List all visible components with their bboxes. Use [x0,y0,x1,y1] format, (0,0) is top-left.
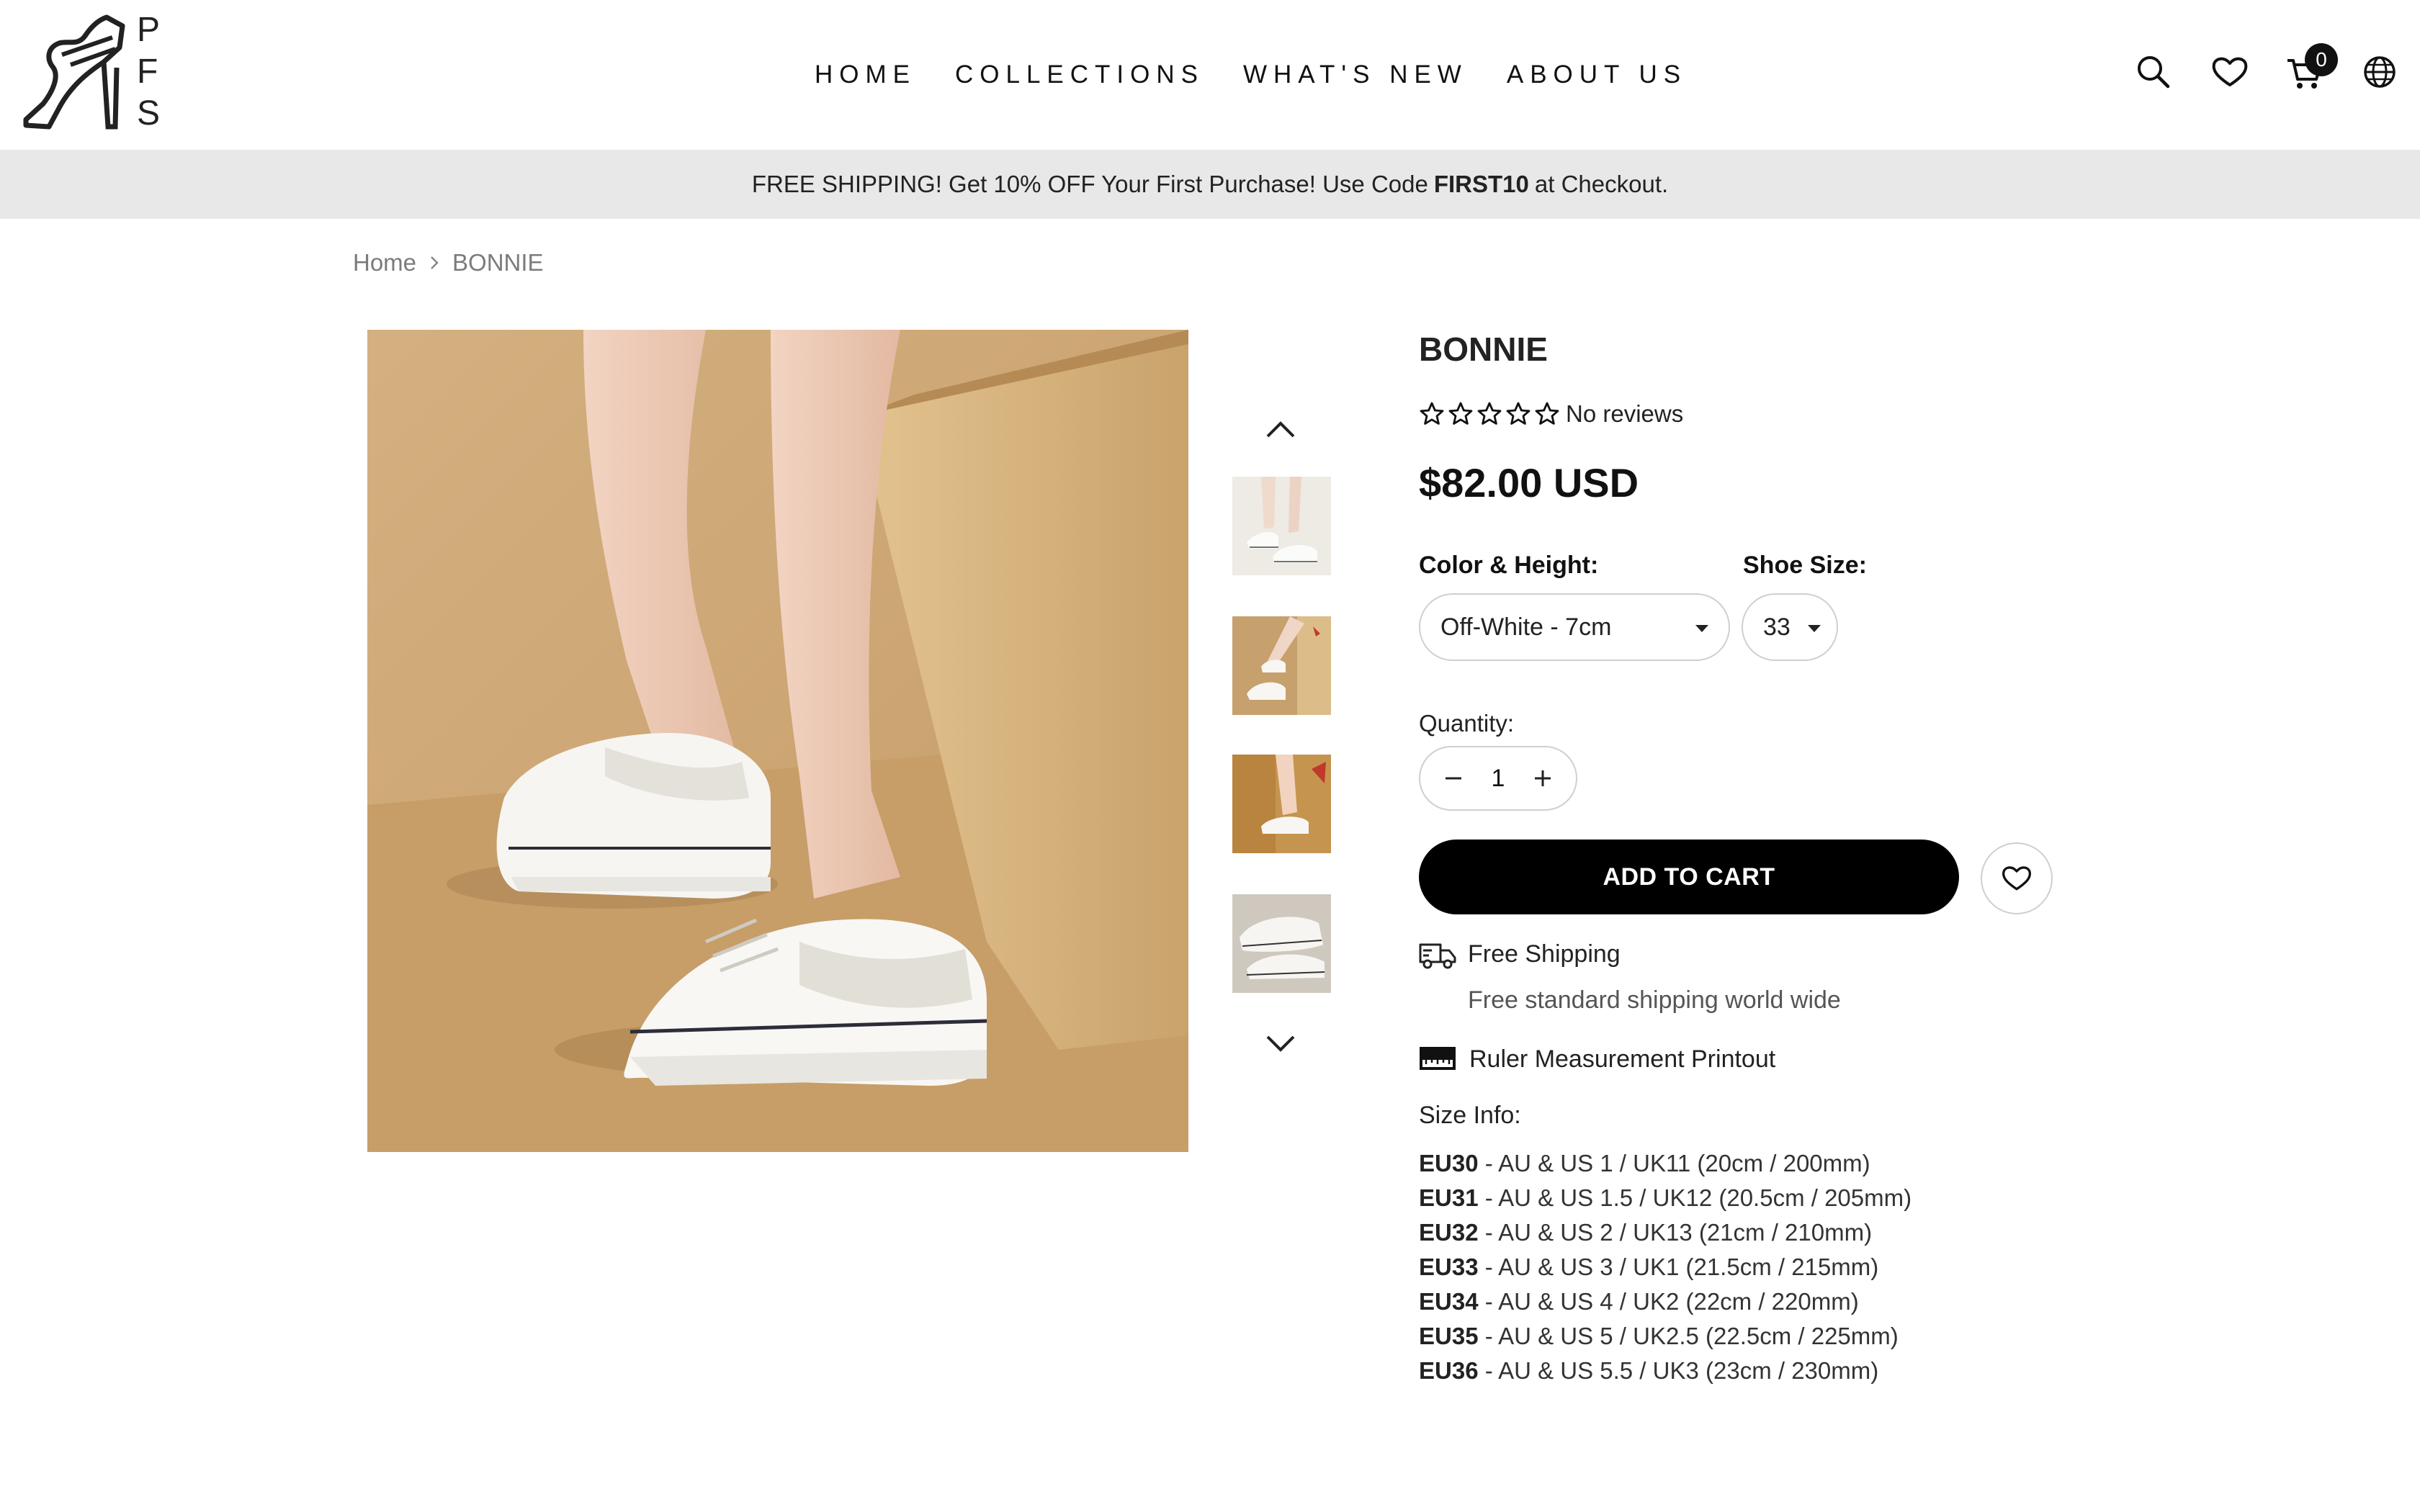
size-conversion: - AU & US 5 / UK2.5 (22.5cm / 225mm) [1478,1323,1899,1349]
free-shipping-subtitle: Free standard shipping world wide [1468,986,1841,1014]
product-rating[interactable]: No reviews [1419,400,1683,428]
caret-down-icon [1695,625,1708,632]
brand-logo[interactable]: P F S [20,12,164,134]
add-to-wishlist-button[interactable] [1981,842,2053,914]
nav-collections[interactable]: COLLECTIONS [955,60,1204,89]
color-height-value: Off-White - 7cm [1440,613,1612,641]
size-conversion: - AU & US 2 / UK13 (21cm / 210mm) [1478,1219,1873,1246]
size-conversion: - AU & US 4 / UK2 (22cm / 220mm) [1478,1288,1859,1315]
heart-icon [2002,866,2032,891]
globe-icon[interactable] [2360,52,2400,92]
breadcrumb-home[interactable]: Home [353,249,416,276]
size-info-list: EU30 - AU & US 1 / UK11 (20cm / 200mm) E… [1419,1146,1912,1388]
announcement-bar: FREE SHIPPING! Get 10% OFF Your First Pu… [0,150,2420,219]
breadcrumb-current: BONNIE [452,249,544,276]
chevron-down-icon [1266,1035,1295,1052]
minus-icon [1446,777,1461,780]
star-empty-icon [1506,402,1531,425]
breadcrumb: Home BONNIE [353,249,544,276]
thumbnail-image [1232,477,1331,575]
quantity-label: Quantity: [1419,710,1515,737]
size-eu: EU34 [1419,1288,1479,1315]
thumbnail-image [1232,616,1331,715]
size-info-heading: Size Info: [1419,1102,1521,1129]
size-info-row: EU33 - AU & US 3 / UK1 (21.5cm / 215mm) [1419,1250,1912,1284]
search-icon[interactable] [2133,52,2174,92]
product-price: $82.00 USD [1419,460,1639,505]
sneaker-photo [367,330,1188,1152]
color-height-label: Color & Height: [1419,552,1599,579]
announcement-text: FREE SHIPPING! Get 10% OFF Your First Pu… [751,171,1428,197]
size-info-row: EU36 - AU & US 5.5 / UK3 (23cm / 230mm) [1419,1354,1912,1388]
logo-letter: S [137,94,161,132]
chevron-up-icon [1266,421,1295,438]
product-thumbnail[interactable] [1232,894,1331,993]
star-empty-icon [1535,402,1559,425]
free-shipping-title: Free Shipping [1468,940,1621,968]
thumbnail-image [1232,894,1331,993]
reviews-count: No reviews [1566,400,1684,427]
nav-about-us[interactable]: ABOUT US [1507,60,1687,89]
color-height-select[interactable]: Off-White - 7cm [1419,593,1730,661]
size-conversion: - AU & US 1.5 / UK12 (20.5cm / 205mm) [1478,1184,1912,1211]
shoe-size-select[interactable]: 33 [1742,593,1838,661]
size-eu: EU33 [1419,1254,1479,1280]
size-info-row: EU35 - AU & US 5 / UK2.5 (22.5cm / 225mm… [1419,1319,1912,1354]
quantity-input[interactable]: 1 [1492,765,1505,793]
quantity-stepper: 1 [1419,746,1577,811]
quantity-increase-button[interactable] [1521,757,1564,800]
product-thumbnail[interactable] [1232,477,1331,575]
size-conversion: - AU & US 3 / UK1 (21.5cm / 215mm) [1478,1254,1879,1280]
size-info-row: EU32 - AU & US 2 / UK13 (21cm / 210mm) [1419,1215,1912,1250]
logo-letter: F [137,53,158,91]
nav-home[interactable]: HOME [815,60,916,89]
star-empty-icon [1420,402,1444,425]
size-info-row: EU34 - AU & US 4 / UK2 (22cm / 220mm) [1419,1284,1912,1319]
logo-letter: P [137,11,161,49]
ruler-icon[interactable] [1419,1045,1456,1077]
product-title: BONNIE [1419,330,1548,368]
quantity-decrease-button[interactable] [1432,757,1475,800]
size-eu: EU35 [1419,1323,1479,1349]
cart-count-badge: 0 [2305,43,2338,76]
shoe-size-label: Shoe Size: [1743,552,1867,579]
product-thumbnail[interactable] [1232,616,1331,715]
ruler-printout-link[interactable]: Ruler Measurement Printout [1469,1045,1775,1074]
heart-icon[interactable] [2210,52,2250,92]
caret-down-icon [1808,625,1821,632]
main-nav: HOME COLLECTIONS WHAT'S NEW ABOUT US [815,56,1687,94]
size-conversion: - AU & US 1 / UK11 (20cm / 200mm) [1478,1150,1870,1176]
thumbnail-image [1232,755,1331,853]
announcement-text-end: at Checkout. [1534,171,1669,197]
size-conversion: - AU & US 5.5 / UK3 (23cm / 230mm) [1478,1357,1879,1384]
size-eu: EU36 [1419,1357,1479,1384]
size-eu: EU31 [1419,1184,1479,1211]
star-empty-icon [1477,402,1502,425]
add-to-cart-button[interactable]: ADD TO CART [1419,840,1959,914]
thumbnail-prev-button[interactable] [1262,416,1299,442]
high-heel-logo-icon [23,14,125,130]
site-header: P F S HOME COLLECTIONS WHAT'S NEW ABOUT … [0,0,2420,150]
product-main-image[interactable] [367,330,1188,1152]
star-empty-icon [1448,402,1473,425]
truck-icon [1419,939,1456,971]
product-thumbnail[interactable] [1232,755,1331,853]
nav-whats-new[interactable]: WHAT'S NEW [1243,60,1468,89]
thumbnail-next-button[interactable] [1262,1031,1299,1057]
promo-code: FIRST10 [1433,171,1529,197]
size-info-row: EU30 - AU & US 1 / UK11 (20cm / 200mm) [1419,1146,1912,1181]
plus-icon [1534,770,1551,786]
size-eu: EU30 [1419,1150,1479,1176]
shoe-size-value: 33 [1763,613,1791,641]
size-eu: EU32 [1419,1219,1479,1246]
chevron-right-icon [431,256,439,269]
size-info-row: EU31 - AU & US 1.5 / UK12 (20.5cm / 205m… [1419,1181,1912,1215]
